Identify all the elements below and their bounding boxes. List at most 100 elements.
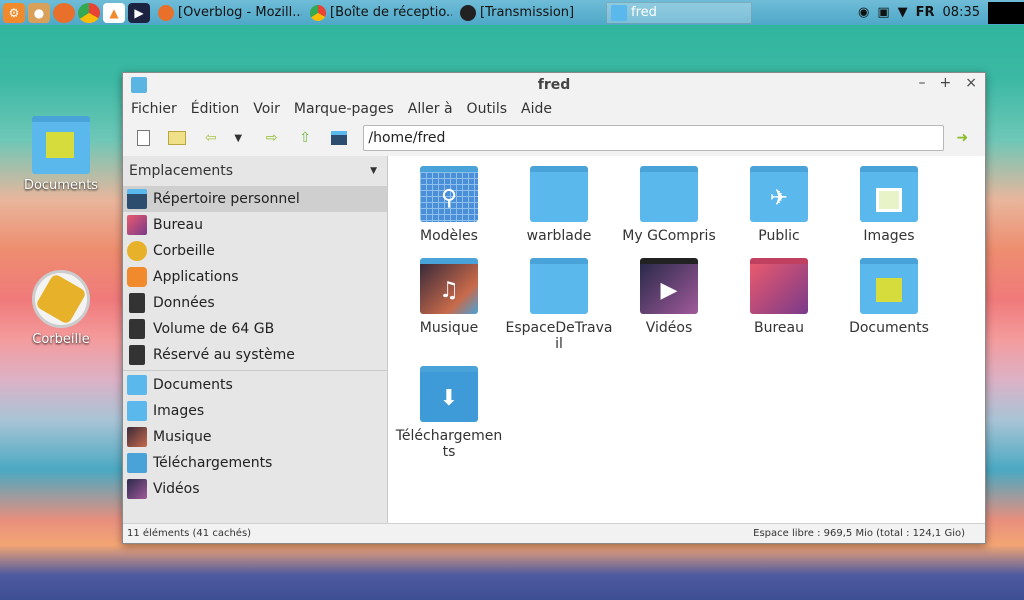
file-item-videos[interactable]: ▶ Vidéos [614, 258, 724, 352]
home-icon[interactable] [328, 127, 349, 149]
home-icon [127, 189, 147, 209]
sidebar-item-applications[interactable]: Applications [123, 264, 387, 290]
documents-folder-icon [32, 116, 90, 174]
sidebar-item-music[interactable]: Musique [123, 424, 387, 450]
maximize-button[interactable]: + [940, 75, 952, 91]
images-folder-icon [860, 166, 918, 222]
task-chrome[interactable]: [Boîte de réceptio... [306, 2, 452, 24]
go-arrow-icon[interactable]: ➜ [952, 127, 973, 149]
images-folder-icon [127, 401, 147, 421]
file-item-downloads[interactable]: ⬇ Téléchargements [394, 366, 504, 460]
firefox-launcher-icon[interactable] [53, 2, 75, 23]
desktop-icon-label: Documents [23, 178, 99, 193]
sidebar-item-videos[interactable]: Vidéos [123, 476, 387, 502]
bookmark-add-icon[interactable] [166, 127, 187, 149]
menu-voir[interactable]: Voir [253, 101, 280, 117]
titlebar[interactable]: fred – + × [123, 73, 985, 97]
launcher-app-icon[interactable]: ● [28, 2, 50, 23]
sidebar-item-data-drive[interactable]: Données [123, 290, 387, 316]
task-transmission[interactable]: [Transmission] [456, 2, 602, 24]
task-label: fred [631, 5, 657, 20]
history-dropdown-icon[interactable]: ▼ [227, 127, 248, 149]
file-label: Images [863, 228, 915, 244]
chevron-down-icon[interactable]: ▼ [370, 166, 377, 176]
task-file-manager[interactable]: fred [606, 1, 752, 24]
chrome-icon [310, 4, 326, 21]
sidebar-item-label: Volume de 64 GB [153, 321, 275, 337]
file-label: Documents [849, 320, 929, 336]
top-panel: ⚙ ● ▲ ▶ [Overblog - Mozill... [Boîte de … [0, 0, 1024, 25]
folder-icon [640, 166, 698, 222]
desktop-documents[interactable]: Documents [16, 116, 106, 193]
file-item-music[interactable]: ♫ Musique [394, 258, 504, 352]
file-label: Musique [419, 320, 479, 336]
usb-icon[interactable]: ▣ [877, 5, 889, 20]
vlc-launcher-icon[interactable]: ▲ [103, 2, 125, 23]
file-label: Public [758, 228, 800, 244]
file-item-public[interactable]: ✈ Public [724, 166, 834, 244]
sidebar-item-volume[interactable]: Volume de 64 GB [123, 316, 387, 342]
file-view: ⚲ Modèles warblade My GCompris ✈ Public [388, 156, 985, 525]
file-item-warblade[interactable]: warblade [504, 166, 614, 244]
sidebar: Emplacements ▼ Répertoire personnel Bure… [123, 156, 391, 525]
sidebar-header-label: Emplacements [129, 163, 234, 179]
desktop-icon [127, 215, 147, 235]
folder-icon [530, 258, 588, 314]
network-icon[interactable]: ◉ [858, 5, 869, 20]
sidebar-item-label: Données [153, 295, 215, 311]
folder-icon [611, 4, 627, 21]
documents-folder-icon [860, 258, 918, 314]
drive-icon [129, 345, 145, 365]
file-item-my-gcompris[interactable]: My GCompris [614, 166, 724, 244]
menu-fichier[interactable]: Fichier [131, 101, 177, 117]
chrome-launcher-icon[interactable] [78, 2, 100, 23]
media-launcher-icon[interactable]: ▶ [128, 2, 150, 23]
trash-icon [32, 270, 90, 328]
sidebar-header[interactable]: Emplacements ▼ [123, 156, 387, 186]
file-item-documents[interactable]: Documents [834, 258, 944, 352]
file-item-images[interactable]: Images [834, 166, 944, 244]
file-grid: ⚲ Modèles warblade My GCompris ✈ Public [394, 166, 944, 460]
menubar: Fichier Édition Voir Marque-pages Aller … [123, 97, 985, 121]
new-tab-icon[interactable] [133, 127, 154, 149]
file-label: Bureau [754, 320, 804, 336]
file-label: warblade [526, 228, 592, 244]
file-item-desktop[interactable]: Bureau [724, 258, 834, 352]
back-arrow-icon[interactable]: ⇦ [200, 127, 221, 149]
close-button[interactable]: × [965, 75, 977, 91]
app-menu-icon[interactable]: ⚙ [3, 2, 25, 23]
music-folder-icon: ♫ [420, 258, 478, 314]
sidebar-item-label: Vidéos [153, 481, 200, 497]
minimize-button[interactable]: – [919, 75, 926, 91]
keyboard-layout[interactable]: FR [916, 5, 935, 20]
sidebar-item-label: Bureau [153, 217, 203, 233]
up-arrow-icon[interactable]: ⇧ [294, 127, 315, 149]
file-item-templates[interactable]: ⚲ Modèles [394, 166, 504, 244]
menu-aller-a[interactable]: Aller à [408, 101, 453, 117]
menu-edition[interactable]: Édition [191, 101, 239, 117]
desktop-trash[interactable]: Corbeille [16, 270, 106, 347]
firefox-icon [158, 4, 174, 21]
sidebar-item-downloads[interactable]: Téléchargements [123, 450, 387, 476]
sidebar-item-label: Musique [153, 429, 212, 445]
file-item-workspace[interactable]: EspaceDeTravail [504, 258, 614, 352]
sidebar-item-desktop[interactable]: Bureau [123, 212, 387, 238]
trash-icon [127, 241, 147, 261]
menu-outils[interactable]: Outils [467, 101, 507, 117]
wifi-icon[interactable]: ▼ [898, 5, 908, 20]
location-bar[interactable]: /home/fred [363, 125, 944, 151]
menu-marque-pages[interactable]: Marque-pages [294, 101, 394, 117]
status-free-space: Espace libre : 969,5 Mio (total : 124,1 … [753, 528, 965, 539]
task-firefox[interactable]: [Overblog - Mozill... [154, 2, 302, 24]
file-manager-window: fred – + × Fichier Édition Voir Marque-p… [122, 72, 986, 544]
sidebar-item-label: Corbeille [153, 243, 215, 259]
menu-aide[interactable]: Aide [521, 101, 552, 117]
desktop-folder-icon [750, 258, 808, 314]
forward-arrow-icon[interactable]: ⇨ [261, 127, 282, 149]
sidebar-item-system-reserved[interactable]: Réservé au système [123, 342, 387, 368]
sidebar-item-documents[interactable]: Documents [123, 372, 387, 398]
clock[interactable]: 08:35 [943, 5, 980, 20]
sidebar-item-trash[interactable]: Corbeille [123, 238, 387, 264]
sidebar-item-home[interactable]: Répertoire personnel [123, 186, 387, 212]
sidebar-item-images[interactable]: Images [123, 398, 387, 424]
